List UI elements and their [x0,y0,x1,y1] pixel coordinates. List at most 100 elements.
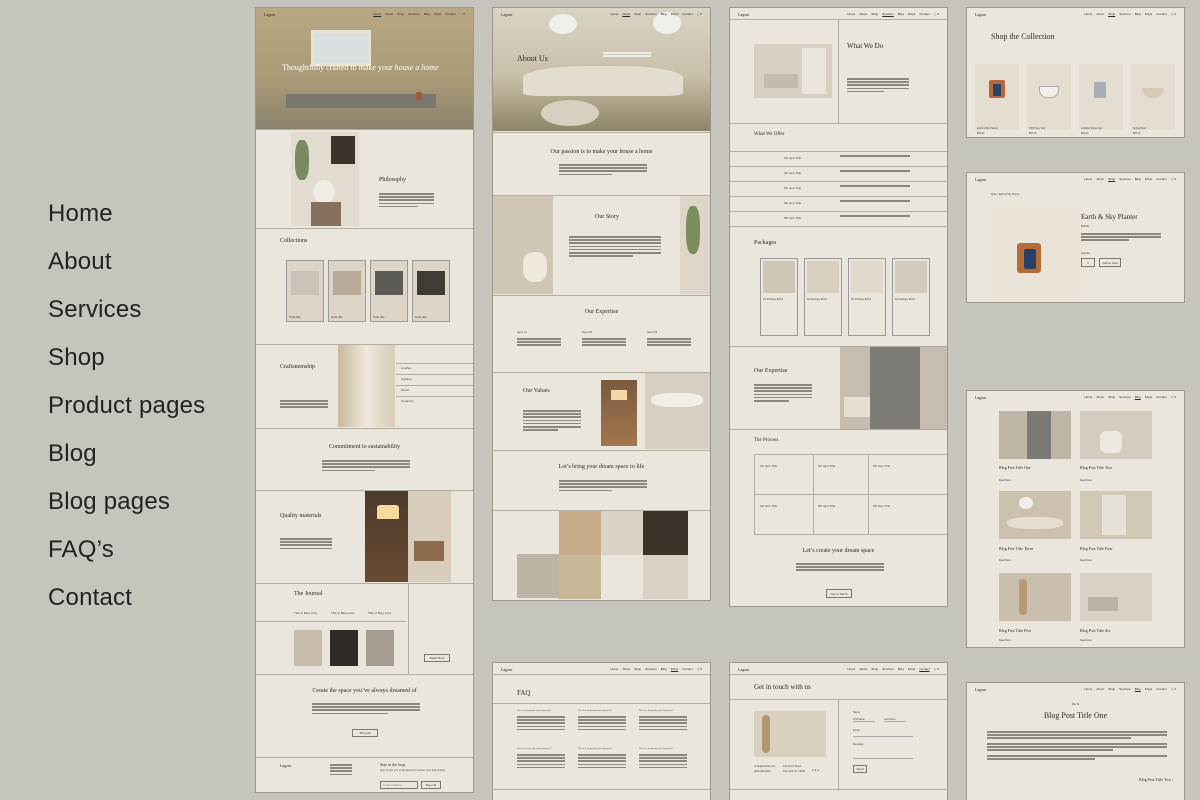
collection-item-1[interactable] [286,260,324,322]
faq-question-3[interactable]: This is a frequently asked question? [639,709,673,712]
nav-about[interactable]: About [859,667,867,671]
brand-logo[interactable]: Lagom [975,395,986,400]
craft-item-4[interactable]: Ceramics [401,399,414,403]
cart-icon[interactable]: 🛒0 [934,12,939,16]
nav-faqs[interactable]: FAQs [908,667,916,671]
nav-about[interactable]: About [859,12,867,16]
brand-logo[interactable]: Lagom [501,667,512,672]
offer-item-2[interactable]: 02/ Item Title [784,171,801,175]
contact-phone[interactable]: (000) 000-0000 [754,770,770,773]
nav-blog[interactable]: Blog [424,12,430,16]
offer-item-4[interactable]: 04/ Item Title [784,201,801,205]
brand-logo[interactable]: Lagom [738,12,749,17]
page-list-home[interactable]: Home [48,190,205,238]
nav-home[interactable]: Home [1084,395,1092,399]
package-card-2[interactable] [804,258,842,336]
nav-shop[interactable]: Shop [1108,687,1115,691]
nav-blog[interactable]: Blog [661,667,667,671]
nav-services[interactable]: Services [882,667,894,671]
brand-logo[interactable]: Lagom [738,667,749,672]
product-card-2[interactable] [1027,64,1071,130]
nav-about[interactable]: About [1096,177,1104,181]
page-list-product-pages[interactable]: Product pages [48,382,205,430]
send-button[interactable]: Send [853,765,867,773]
quantity-stepper[interactable]: 1 [1081,258,1095,267]
nav-services[interactable]: Services [1119,687,1131,691]
get-in-touch-button[interactable]: Get in Touch [826,589,852,598]
page-list-shop[interactable]: Shop [48,334,205,382]
blog-card-6-title[interactable]: Blog Post Title Six [1080,628,1110,633]
page-list-blog-pages[interactable]: Blog pages [48,478,205,526]
blog-card-1-title[interactable]: Blog Post Title One [999,465,1031,470]
nav-services[interactable]: Services [882,12,894,16]
last-name-field[interactable]: Last Name [884,718,906,722]
nav-about[interactable]: About [385,12,393,16]
nav-services[interactable]: Services [1119,12,1131,16]
brand-logo[interactable]: Lagom [975,12,986,17]
blog-card-3-title[interactable]: Blog Post Title Three [999,546,1033,551]
nav-blog[interactable]: Blog [1135,177,1141,181]
nav-home[interactable]: Home [847,12,855,16]
faq-question-5[interactable]: This is a frequently asked question? [578,747,612,750]
collection-item-4[interactable] [412,260,450,322]
nav-shop[interactable]: Shop [871,667,878,671]
blog-card-6-read[interactable]: Read More [1080,639,1092,642]
nav-contact[interactable]: Contact [1156,687,1166,691]
nav-contact[interactable]: Contact [445,12,455,16]
contact-email[interactable]: email@website.com [754,765,775,768]
offer-item-1[interactable]: 01/ Item Title [784,156,801,160]
page-list-faqs[interactable]: FAQ’s [48,526,205,574]
read-more-button[interactable]: Read More [424,654,450,662]
nav-home[interactable]: Home [373,12,381,16]
brand-logo[interactable]: Lagom [264,12,275,17]
blog-card-2-title[interactable]: Blog Post Title Two [1080,465,1112,470]
nav-faqs[interactable]: FAQs [434,12,442,16]
cart-icon[interactable]: 🛒0 [697,667,702,671]
nav-contact[interactable]: Contact [1156,177,1166,181]
nav-faqs[interactable]: FAQs [1145,12,1153,16]
blog-card-4-read[interactable]: Read More [1080,559,1092,562]
product-card-1[interactable] [975,64,1019,130]
shop-all-button[interactable]: Shop All [352,729,378,737]
brand-logo[interactable]: Lagom [501,12,512,17]
product-card-4[interactable] [1131,64,1175,130]
social-icons[interactable]: ● ● ● [812,768,819,772]
nav-about[interactable]: About [1096,687,1104,691]
nav-faqs[interactable]: FAQs [1145,177,1153,181]
nav-shop[interactable]: Shop [871,12,878,16]
blog-card-1-image[interactable] [999,411,1071,459]
blog-card-4-title[interactable]: Blog Post Title Four [1080,546,1113,551]
collection-item-2[interactable] [328,260,366,322]
package-card-1[interactable] [760,258,798,336]
first-name-field[interactable]: First Name [853,718,875,722]
cart-icon[interactable]: 🛒0 [1171,687,1176,691]
cart-icon[interactable]: 🛒0 [1171,395,1176,399]
faq-question-6[interactable]: This is a frequently asked question? [639,747,673,750]
offer-item-3[interactable]: 03/ Item Title [784,186,801,190]
nav-faqs[interactable]: FAQs [671,667,679,671]
nav-home[interactable]: Home [610,12,618,16]
nav-home[interactable]: Home [847,667,855,671]
nav-blog[interactable]: Blog [661,12,667,16]
nav-contact[interactable]: Contact [1156,395,1166,399]
email-field[interactable] [853,736,913,737]
nav-services[interactable]: Services [408,12,420,16]
package-card-3[interactable] [848,258,886,336]
blog-card-5-title[interactable]: Blog Post Title Five [999,628,1031,633]
blog-card-3-image[interactable] [999,491,1071,539]
footer-email-input[interactable]: Email Address [380,781,418,789]
blog-card-3-read[interactable]: Read More [999,559,1011,562]
journal-item-3[interactable]: Title of Blog entry [368,611,391,615]
faq-question-2[interactable]: This is a frequently asked question? [578,709,612,712]
nav-home[interactable]: Home [1084,687,1092,691]
nav-about[interactable]: About [622,667,630,671]
nav-blog[interactable]: Blog [898,12,904,16]
next-post-link[interactable]: Blog Post Title Two › [1139,777,1173,782]
brand-logo[interactable]: Lagom [975,177,986,182]
nav-contact[interactable]: Contact [682,12,692,16]
blog-card-5-image[interactable] [999,573,1071,621]
nav-shop[interactable]: Shop [397,12,404,16]
craft-item-1[interactable]: Leather [401,366,411,370]
nav-home[interactable]: Home [1084,12,1092,16]
footer-signup-button[interactable]: Sign Up [421,781,441,789]
